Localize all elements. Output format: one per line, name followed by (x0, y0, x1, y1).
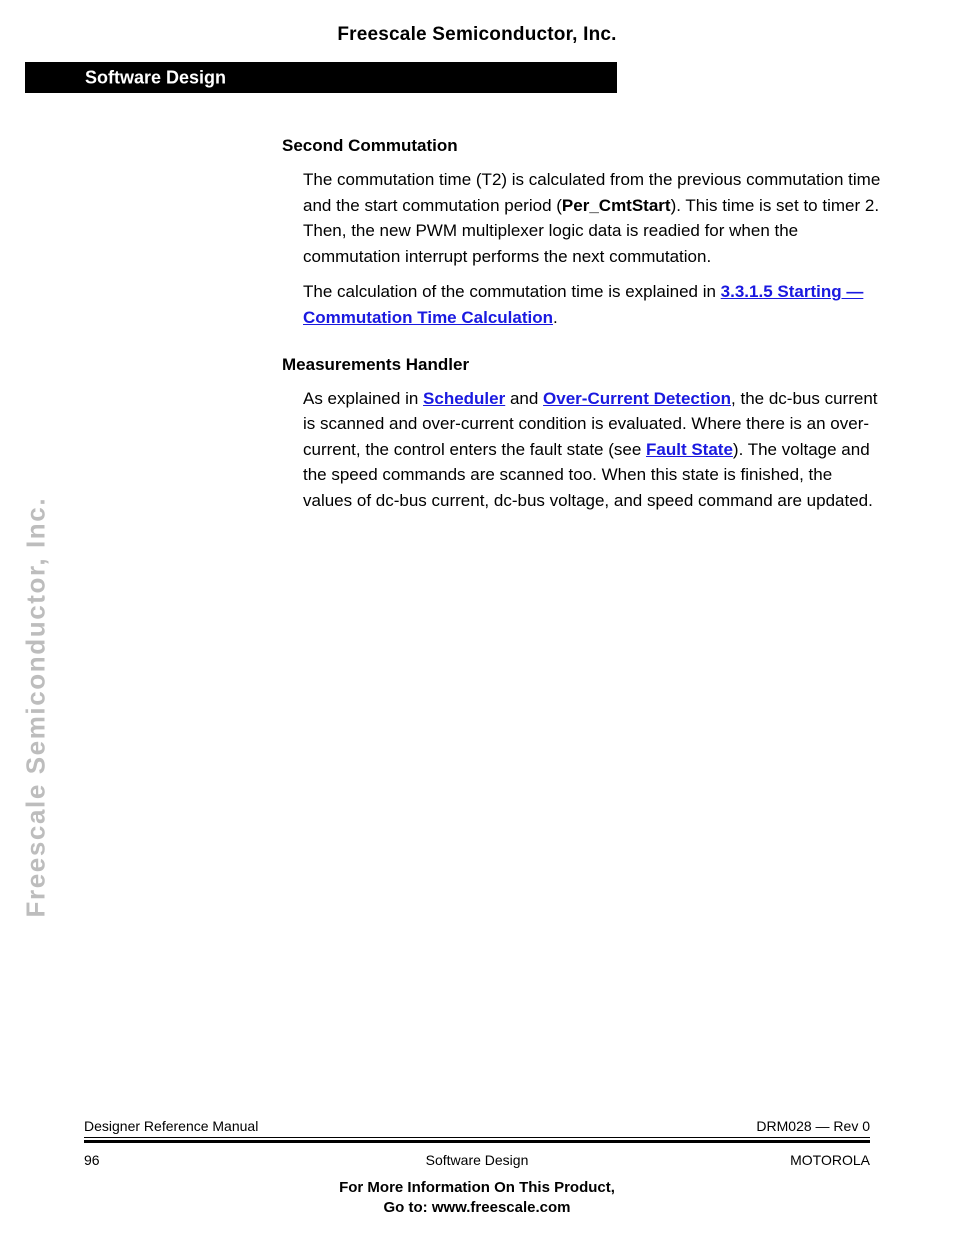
footer-top-row: Designer Reference Manual DRM028 — Rev 0 (84, 1118, 870, 1137)
link-over-current-detection[interactable]: Over-Current Detection (543, 389, 731, 408)
document-body: Second Commutation The commutation time … (282, 133, 882, 514)
paragraph-commutation-reference: The calculation of the commutation time … (303, 279, 882, 330)
paragraph-measurements-handler: As explained in Scheduler and Over-Curre… (303, 386, 882, 514)
bold-per-cmtstart: Per_CmtStart (561, 195, 671, 215)
running-head: Freescale Semiconductor, Inc. (337, 24, 617, 45)
footer-bottom-row: 96 MOTOROLA Software Design (84, 1143, 870, 1168)
footer-page-number: 96 (84, 1152, 100, 1168)
footer-company: MOTOROLA (790, 1152, 870, 1168)
heading-measurements-handler: Measurements Handler (282, 354, 470, 374)
document-page: Freescale Semiconductor, Inc. Software D… (0, 0, 954, 1235)
page-footer: Designer Reference Manual DRM028 — Rev 0… (84, 1118, 870, 1168)
text-run: As explained in (303, 388, 424, 408)
footer-manual-title: Designer Reference Manual (84, 1118, 259, 1134)
footer-doc-rev: DRM028 — Rev 0 (756, 1118, 870, 1134)
text-run: The calculation of the commutation time … (303, 282, 721, 302)
link-scheduler[interactable]: Scheduler (423, 389, 505, 408)
footer-promo-line2: Go to: www.freescale.com (383, 1199, 571, 1216)
text-run: . (553, 307, 558, 327)
side-watermark: Freescale Semiconductor, Inc. (20, 496, 51, 918)
chapter-banner-label: Software Design (85, 67, 227, 87)
footer-promo: For More Information On This Product, Go… (0, 1178, 954, 1218)
paragraph-commutation-time: The commutation time (T2) is calculated … (303, 167, 882, 269)
chapter-banner: Software Design (25, 62, 617, 93)
text-run: and (505, 388, 544, 408)
link-fault-state[interactable]: Fault State (646, 440, 733, 459)
footer-promo-line1: For More Information On This Product, (339, 1179, 615, 1196)
heading-second-commutation: Second Commutation (282, 136, 458, 155)
footer-chapter-name: Software Design (425, 1152, 529, 1168)
